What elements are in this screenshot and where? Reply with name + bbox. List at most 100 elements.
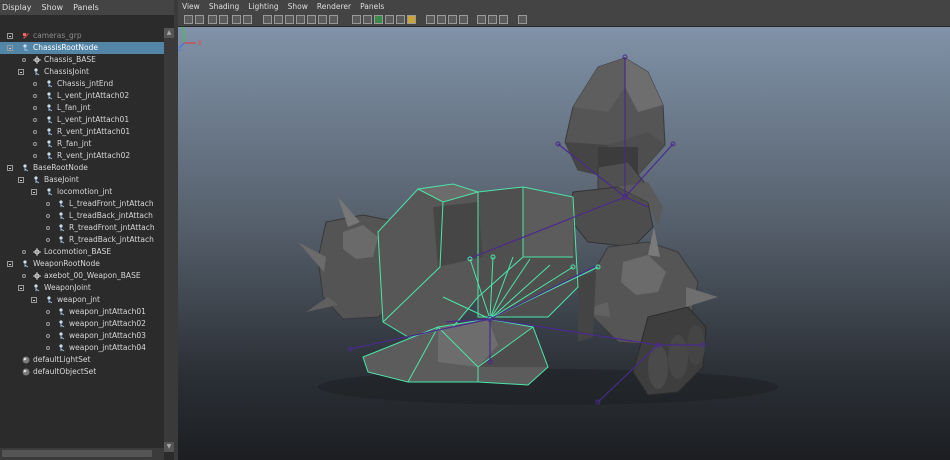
outliner-item-locomotion-base[interactable]: Locomotion_BASE — [0, 246, 164, 258]
outliner-item-cameras-grp[interactable]: cameras_grp — [0, 30, 164, 42]
smooth-shade-icon[interactable] — [363, 15, 372, 24]
outliner-item-r-vent-jntattach01[interactable]: R_vent_jntAttach01 — [0, 126, 164, 138]
outliner-item-base-root-node[interactable]: BaseRootNode — [0, 162, 164, 174]
wireframe-on-shaded-icon[interactable] — [374, 15, 383, 24]
outliner-item-weapon-jnt[interactable]: weapon_jnt — [0, 294, 164, 306]
outliner-item-label: Chassis_BASE — [44, 55, 96, 64]
use-all-lights-icon[interactable] — [396, 15, 405, 24]
node-dot — [46, 202, 50, 206]
joint-icon — [23, 164, 29, 172]
collapse-toggle[interactable] — [31, 297, 37, 303]
joint-icon — [59, 212, 65, 220]
outliner-menu-display[interactable]: Display — [2, 3, 32, 12]
outliner-item-label: weapon_jntAttach02 — [69, 319, 146, 328]
safe-title-icon[interactable] — [329, 15, 338, 24]
outliner-item-weapon-joint[interactable]: WeaponJoint — [0, 282, 164, 294]
xray-joints-icon[interactable] — [499, 15, 508, 24]
outliner-item-r-vent-jntattach02[interactable]: R_vent_jntAttach02 — [0, 150, 164, 162]
more-options-icon[interactable] — [518, 15, 527, 24]
outliner-item-r-treadfront-jntattach[interactable]: R_treadFront_jntAttach — [0, 222, 164, 234]
weapon-axe-mesh — [363, 319, 548, 385]
outliner-item-label: axebot_00_Weapon_BASE — [44, 271, 141, 280]
outliner-item-chassis-jntend[interactable]: Chassis_jntEnd — [0, 78, 164, 90]
isolate-select-icon[interactable] — [477, 15, 486, 24]
outliner-item-l-vent-jntattach01[interactable]: L_vent_jntAttach01 — [0, 114, 164, 126]
gate-mask-icon[interactable] — [296, 15, 305, 24]
joint-icon — [59, 344, 65, 352]
expand-toggle[interactable] — [7, 33, 13, 39]
joint-icon — [59, 320, 65, 328]
image-plane-icon[interactable] — [219, 15, 228, 24]
two-d-pan-icon[interactable] — [232, 15, 241, 24]
node-dot — [22, 58, 26, 62]
joint-icon — [59, 224, 65, 232]
outliner-item-weapon-jntattach01[interactable]: weapon_jntAttach01 — [0, 306, 164, 318]
resolution-gate-icon[interactable] — [285, 15, 294, 24]
outliner-item-weapon-root-node[interactable]: WeaponRootNode — [0, 258, 164, 270]
outliner-item-r-fan-jnt[interactable]: R_fan_jnt — [0, 138, 164, 150]
joint-icon — [47, 80, 53, 88]
outliner-item-l-fan-jnt[interactable]: L_fan_jnt — [0, 102, 164, 114]
scroll-up-arrow-icon[interactable]: ▲ — [164, 28, 174, 38]
outliner-item-axebot-weapon-base[interactable]: axebot_00_Weapon_BASE — [0, 270, 164, 282]
outliner-item-label: BaseRootNode — [33, 163, 88, 172]
outliner-item-default-light-set[interactable]: defaultLightSet — [0, 354, 164, 366]
shadows-icon[interactable] — [407, 15, 416, 24]
outliner-item-l-treadback-jntattach[interactable]: L_treadBack_jntAttach — [0, 210, 164, 222]
outliner-menu-panels[interactable]: Panels — [73, 3, 99, 12]
node-dot — [46, 334, 50, 338]
viewport-menu-shading[interactable]: Shading — [209, 2, 239, 11]
outliner-menu-show[interactable]: Show — [42, 3, 64, 12]
scroll-down-arrow-icon[interactable]: ▼ — [164, 442, 174, 452]
outliner-item-l-treadfront-jntattach[interactable]: L_treadFront_jntAttach — [0, 198, 164, 210]
outliner-item-base-joint[interactable]: BaseJoint — [0, 174, 164, 186]
outliner-item-weapon-jntattach02[interactable]: weapon_jntAttach02 — [0, 318, 164, 330]
collapse-toggle[interactable] — [18, 285, 24, 291]
grease-pencil-icon[interactable] — [243, 15, 252, 24]
node-dot — [46, 346, 50, 350]
outliner-item-label: ChassisJoint — [44, 67, 89, 76]
outliner-scrollbar[interactable] — [164, 28, 174, 452]
textured-icon[interactable] — [385, 15, 394, 24]
collapse-toggle[interactable] — [7, 165, 13, 171]
outliner-item-chassis-base[interactable]: Chassis_BASE — [0, 54, 164, 66]
joint-icon — [47, 116, 53, 124]
collapse-toggle[interactable] — [18, 177, 24, 183]
outliner-horizontal-scrollbar[interactable] — [0, 448, 164, 460]
select-camera-icon[interactable] — [184, 15, 193, 24]
viewport-menu-panels[interactable]: Panels — [360, 2, 384, 11]
outliner-item-locomotion-jnt[interactable]: locomotion_jnt — [0, 186, 164, 198]
outliner-item-l-vent-jntattach02[interactable]: L_vent_jntAttach02 — [0, 90, 164, 102]
bookmarks-icon[interactable] — [208, 15, 217, 24]
film-gate-icon[interactable] — [274, 15, 283, 24]
grid-icon[interactable] — [263, 15, 272, 24]
collapse-toggle[interactable] — [7, 45, 13, 51]
camera-attributes-icon[interactable] — [195, 15, 204, 24]
outliner-item-weapon-jntattach03[interactable]: weapon_jntAttach03 — [0, 330, 164, 342]
3d-viewport[interactable]: X Y Z — [178, 27, 950, 460]
collapse-toggle[interactable] — [18, 69, 24, 75]
motion-blur-icon[interactable] — [437, 15, 446, 24]
outliner-item-weapon-jntattach04[interactable]: weapon_jntAttach04 — [0, 342, 164, 354]
field-chart-icon[interactable] — [307, 15, 316, 24]
safe-action-icon[interactable] — [318, 15, 327, 24]
xray-icon[interactable] — [488, 15, 497, 24]
viewport-menu-show[interactable]: Show — [288, 2, 308, 11]
collapse-toggle[interactable] — [7, 261, 13, 267]
viewport-menu-renderer[interactable]: Renderer — [317, 2, 351, 11]
outliner-item-r-treadback-jntattach[interactable]: R_treadBack_jntAttach — [0, 234, 164, 246]
node-dot — [22, 250, 26, 254]
viewport-menu-view[interactable]: View — [182, 2, 200, 11]
multisample-aa-icon[interactable] — [448, 15, 457, 24]
screen-space-ao-icon[interactable] — [426, 15, 435, 24]
depth-of-field-icon[interactable] — [459, 15, 468, 24]
outliner-item-chassis-joint[interactable]: ChassisJoint — [0, 66, 164, 78]
outliner-item-default-object-set[interactable]: defaultObjectSet — [0, 366, 164, 378]
outliner-item-label: L_treadFront_jntAttach — [69, 199, 154, 208]
collapse-toggle[interactable] — [31, 189, 37, 195]
outliner-item-label: defaultLightSet — [33, 355, 91, 364]
wireframe-icon[interactable] — [352, 15, 361, 24]
outliner-item-chassis-root-node[interactable]: ChassisRootNode — [0, 42, 164, 54]
joint-icon — [47, 140, 53, 148]
viewport-menu-lighting[interactable]: Lighting — [248, 2, 278, 11]
